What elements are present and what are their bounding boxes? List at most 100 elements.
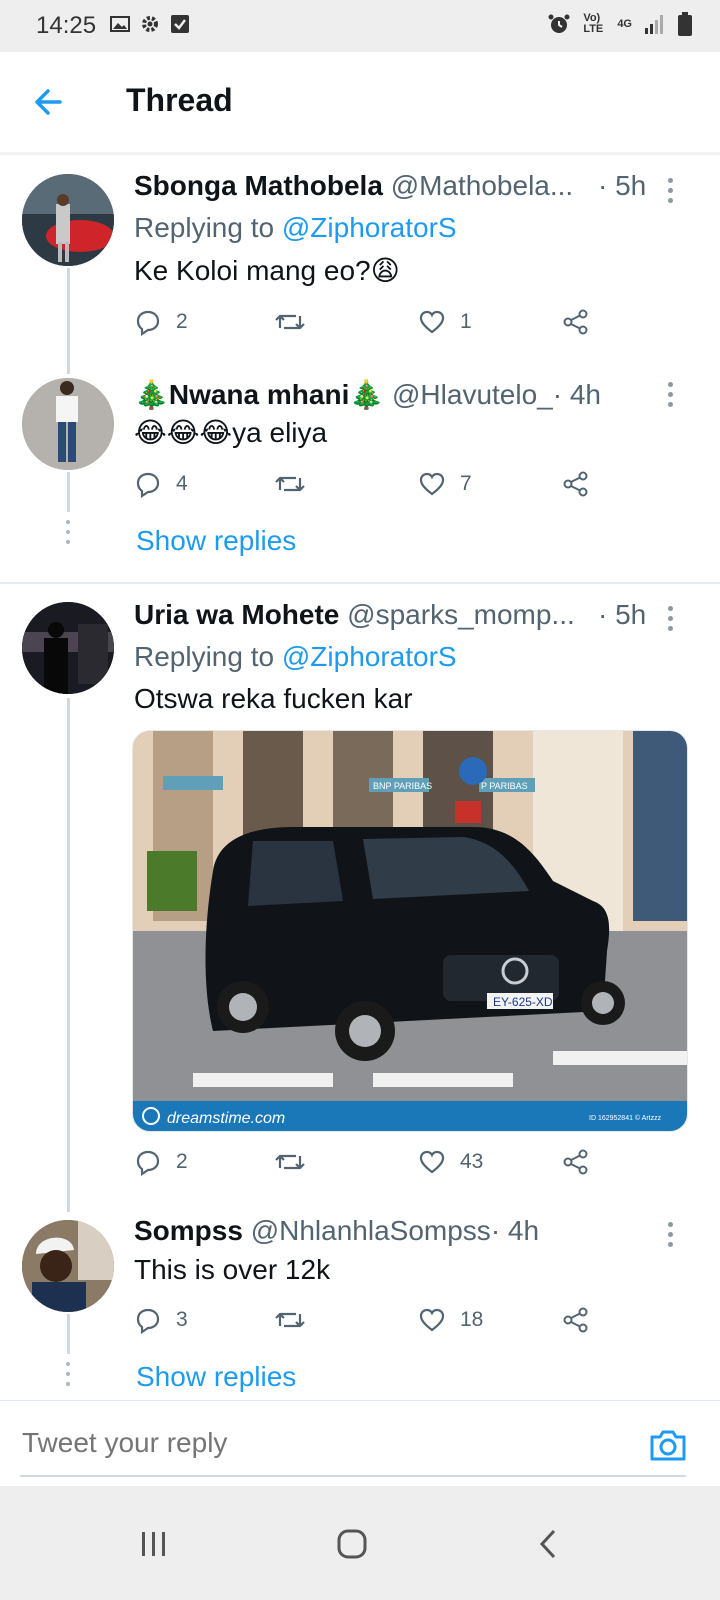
tweet-time: · 5h <box>598 170 647 201</box>
tweet-header: 🎄Nwana mhani🎄 @Hlavutelo_· 4h <box>134 378 601 411</box>
status-time: 14:25 <box>36 12 97 39</box>
retweet-button[interactable] <box>274 308 320 336</box>
reply-icon <box>136 310 160 336</box>
display-name[interactable]: Uria wa Mohete <box>134 599 339 630</box>
share-icon <box>563 309 588 335</box>
sign-text: BNP PARIBAS <box>373 781 432 791</box>
replying-to: Replying to @ZiphoratorS <box>134 641 457 673</box>
show-replies-link[interactable]: Show replies <box>136 525 296 557</box>
user-handle[interactable]: @Hlavutelo_ <box>392 379 553 410</box>
like-count: 7 <box>460 472 472 495</box>
like-button[interactable]: 18 <box>418 1306 483 1334</box>
tweet-media-image[interactable]: BNP PARIBAS P PARIBAS EY-625-XD dreamsti… <box>132 730 688 1132</box>
volte-indicator: Vo) LTE <box>583 12 604 35</box>
tweet-reply-input[interactable] <box>20 1417 624 1469</box>
reply-button[interactable]: 3 <box>134 1306 188 1334</box>
display-name[interactable]: 🎄Nwana mhani🎄 <box>134 379 384 410</box>
reply-count: 2 <box>176 1150 188 1173</box>
heart-icon <box>419 1150 445 1174</box>
like-button[interactable]: 7 <box>418 470 472 498</box>
replying-to: Replying to @ZiphoratorS <box>134 212 457 244</box>
thread-line <box>67 1314 70 1354</box>
avatar-photo <box>22 174 114 266</box>
retweet-button[interactable] <box>274 1306 320 1334</box>
tweet-actions: 2 1 <box>134 308 604 340</box>
share-icon <box>563 471 588 497</box>
display-name[interactable]: Sbonga Mathobela <box>134 170 383 201</box>
reply-count: 2 <box>176 310 188 333</box>
avatar[interactable] <box>22 1220 114 1312</box>
license-plate-text: EY-625-XD <box>493 995 553 1009</box>
reply-button[interactable]: 2 <box>134 308 188 336</box>
replying-to-label: Replying to <box>134 212 275 243</box>
retweet-button[interactable] <box>274 470 320 498</box>
display-name[interactable]: Sompss <box>134 1215 243 1246</box>
thread-dots <box>65 520 71 550</box>
like-count: 18 <box>460 1308 484 1331</box>
reply-icon <box>136 1150 160 1176</box>
checkbox-icon <box>171 15 189 33</box>
share-button[interactable] <box>562 1148 590 1176</box>
tweet-text: 😂😂😂ya eliya <box>134 417 328 448</box>
tweet-time: · 4h <box>490 1215 540 1246</box>
replying-to-handle[interactable]: @ZiphoratorS <box>282 212 457 243</box>
recent-apps-icon[interactable] <box>132 1522 176 1566</box>
home-icon[interactable] <box>330 1522 374 1566</box>
system-nav-bar <box>0 1486 720 1600</box>
retweet-icon <box>275 1154 305 1170</box>
gallery-icon <box>110 16 130 32</box>
thread-line <box>67 268 70 374</box>
reply-icon <box>136 1308 160 1334</box>
user-handle[interactable]: @NhlanhlaSompss <box>251 1215 491 1246</box>
share-icon <box>563 1149 588 1175</box>
tweet-header: Sbonga Mathobela @Mathobela... · 5h <box>134 170 646 202</box>
show-replies-link[interactable]: Show replies <box>136 1361 296 1393</box>
more-options-icon[interactable] <box>668 178 676 208</box>
avatar[interactable] <box>22 174 114 266</box>
like-button[interactable]: 43 <box>418 1148 483 1176</box>
reply-button[interactable]: 2 <box>134 1148 188 1176</box>
share-button[interactable] <box>562 470 590 498</box>
share-button[interactable] <box>562 1306 590 1334</box>
input-underline <box>20 1475 686 1477</box>
tweet-actions: 3 18 <box>134 1306 604 1338</box>
like-button[interactable]: 1 <box>418 308 472 336</box>
retweet-button[interactable] <box>274 1148 320 1176</box>
reply-icon <box>136 472 160 498</box>
share-icon <box>563 1307 588 1333</box>
user-handle[interactable]: @sparks_momp... <box>347 599 575 630</box>
more-options-icon[interactable] <box>668 606 676 636</box>
tweet-header: Uria wa Mohete @sparks_momp... · 5h <box>134 599 646 631</box>
tweet-text: This is over 12k <box>134 1254 331 1285</box>
more-options-icon[interactable] <box>668 1222 676 1252</box>
van-photo: BNP PARIBAS P PARIBAS EY-625-XD dreamsti… <box>133 731 687 1131</box>
status-bar: 14:25 Vo) LTE 4G <box>0 0 720 52</box>
network-type: 4G <box>617 18 632 30</box>
thread-divider <box>0 582 720 584</box>
avatar[interactable] <box>22 378 114 470</box>
reply-count: 4 <box>176 472 188 495</box>
page-title: Thread <box>126 82 233 118</box>
retweet-icon <box>275 1312 305 1328</box>
avatar-photo <box>22 602 114 694</box>
avatar[interactable] <box>22 602 114 694</box>
camera-icon[interactable] <box>648 1425 688 1465</box>
reply-button[interactable]: 4 <box>134 470 188 498</box>
share-button[interactable] <box>562 308 590 336</box>
replying-to-label: Replying to <box>134 641 275 672</box>
tweet-time: · 4h <box>552 379 601 410</box>
user-handle[interactable]: @Mathobela... <box>391 170 574 201</box>
retweet-icon <box>275 314 305 330</box>
heart-icon <box>419 310 445 334</box>
watermark-text: dreamstime.com <box>167 1110 285 1127</box>
more-options-icon[interactable] <box>668 382 676 412</box>
signal-icon <box>645 15 663 34</box>
settings-gear-icon <box>142 16 158 32</box>
thread-line <box>67 698 70 1212</box>
tweet-text: Otswa reka fucken kar <box>134 683 413 714</box>
replying-to-handle[interactable]: @ZiphoratorS <box>282 641 457 672</box>
back-arrow-icon[interactable] <box>30 82 70 122</box>
app-header: Thread <box>0 52 720 153</box>
back-icon[interactable] <box>528 1522 572 1566</box>
status-icons-right: Vo) LTE 4G <box>547 12 692 36</box>
